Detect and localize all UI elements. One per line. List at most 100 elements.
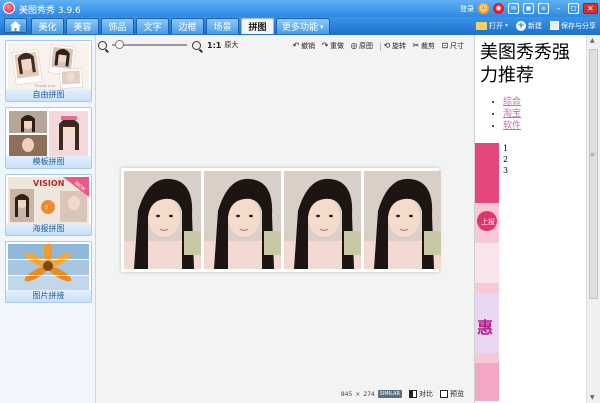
undo-button[interactable]: ↶ 撤销: [292, 41, 315, 51]
rotate-button[interactable]: ⟲ 旋转: [379, 41, 406, 51]
list-item: 1: [503, 144, 509, 153]
ad-banner[interactable]: 上报 惠: [475, 143, 499, 401]
tab-text[interactable]: 文字: [136, 18, 169, 34]
recommend-heading: 美图秀秀强力推荐: [480, 42, 570, 86]
canvas-area: 1:1 原大 ↶ 撤销 ↷ 重做 ◎ 原图 ⟲ 旋转 ✂ 裁剪 ⊡ 尺寸 845…: [96, 35, 474, 403]
maximize-icon[interactable]: □: [568, 3, 579, 14]
original-image-button[interactable]: ◎ 原图: [350, 41, 374, 51]
tab-beauty[interactable]: 美容: [66, 18, 99, 34]
weibo-icon[interactable]: ◉: [493, 3, 504, 14]
template-collage-label: 模板拼图: [6, 156, 91, 168]
new-button[interactable]: + 新建: [516, 19, 542, 32]
main-tabs: 美化 美容 饰品 文字 边框 场景 拼图 更多功能 ▾: [31, 18, 330, 34]
zoom-slider[interactable]: [112, 40, 187, 49]
message-icon[interactable]: ✉: [508, 3, 519, 14]
save-share-button[interactable]: 保存与分享: [550, 19, 596, 32]
tab-collage[interactable]: 拼图: [241, 18, 274, 34]
tab-more-features[interactable]: 更多功能 ▾: [276, 18, 330, 34]
title-bar: 美图秀秀 3.9.6 登录 ☺ ◉ ✉ ▣ ≡ – □ ✕: [0, 0, 600, 17]
image-stitch-thumbnail: [8, 244, 89, 291]
app-logo-icon: [3, 2, 15, 14]
collage-photo[interactable]: [124, 171, 201, 269]
menu-icon[interactable]: ≡: [538, 3, 549, 14]
user-avatar-icon[interactable]: ☺: [478, 3, 489, 14]
poster-thumb-text: VISION: [33, 179, 64, 188]
tab-beautify[interactable]: 美化: [31, 18, 64, 34]
crop-icon: ✂: [412, 41, 420, 50]
zoom-out-icon[interactable]: [98, 40, 107, 50]
preview-icon: [440, 390, 448, 398]
tab-border[interactable]: 边框: [171, 18, 204, 34]
redo-button[interactable]: ↷ 重做: [321, 41, 344, 51]
rotate-label: 旋转: [392, 42, 406, 50]
preview-button[interactable]: 预览: [440, 389, 464, 399]
app-title: 美图秀秀 3.9.6: [19, 6, 81, 16]
recommend-panel: 美图秀秀强力推荐 综合 淘宝 软件 上报 惠 1 2 3 ▲ ≡ ▼: [474, 35, 600, 403]
format-badge: SIMILAR: [377, 390, 402, 398]
free-collage-card[interactable]: Thank you 自由拼图: [5, 40, 92, 102]
close-icon[interactable]: ✕: [583, 3, 598, 14]
list-item: 2: [503, 155, 509, 164]
scroll-up-icon[interactable]: ▲: [590, 37, 595, 44]
scroll-down-icon[interactable]: ▼: [590, 394, 595, 401]
collage-photo[interactable]: [204, 171, 281, 269]
free-collage-thumbnail: Thank you: [8, 43, 89, 90]
redo-icon: ↷: [321, 41, 329, 50]
save-share-label: 保存与分享: [561, 21, 596, 30]
actual-size-button[interactable]: 1:1: [207, 41, 221, 50]
svg-text:9: 9: [45, 205, 48, 211]
vertical-scrollbar[interactable]: ▲ ≡ ▼: [586, 35, 600, 403]
crop-label: 裁剪: [421, 42, 435, 50]
file-actions: 打开 ▾ + 新建 保存与分享: [475, 19, 596, 32]
poster-collage-label: 海报拼图: [6, 223, 91, 235]
numbered-list: 1 2 3: [503, 143, 508, 176]
list-item: 3: [503, 166, 509, 175]
compare-button[interactable]: 对比: [409, 389, 433, 399]
svg-text:Thank you: Thank you: [34, 83, 56, 88]
zoom-slider-knob[interactable]: [114, 40, 124, 49]
collage-photo[interactable]: [364, 171, 441, 269]
save-icon: [550, 21, 559, 30]
poster-collage-card[interactable]: VISION 9 NEW 海报拼图: [5, 174, 92, 236]
login-link[interactable]: 登录: [460, 4, 474, 14]
rotate-icon: ⟲: [383, 41, 391, 50]
toolbar-divider: [380, 41, 381, 51]
template-collage-card[interactable]: 模板拼图: [5, 107, 92, 169]
minimize-icon[interactable]: –: [553, 3, 564, 14]
scroll-grip-icon: ≡: [590, 151, 596, 158]
collage-mode-panel: Thank you 自由拼图 模板拼图 VISION 9 NEW 海报拼图 图片…: [0, 35, 96, 403]
resize-icon: ⊡: [441, 41, 449, 50]
original-image-label: 原图: [359, 42, 373, 50]
folder-icon: [475, 21, 487, 30]
image-stitch-label: 图片拼接: [6, 290, 91, 302]
link-software[interactable]: 软件: [503, 121, 521, 131]
title-bar-controls: 登录 ☺ ◉ ✉ ▣ ≡ – □ ✕: [460, 2, 598, 15]
link-general[interactable]: 综合: [503, 97, 521, 107]
preview-label: 预览: [450, 390, 464, 398]
tab-accessories[interactable]: 饰品: [101, 18, 134, 34]
skin-icon[interactable]: ▣: [523, 3, 534, 14]
home-button[interactable]: [4, 18, 27, 33]
edit-toolbar: ↶ 撤销 ↷ 重做 ◎ 原图 ⟲ 旋转 ✂ 裁剪 ⊡ 尺寸: [292, 41, 464, 51]
crop-button[interactable]: ✂ 裁剪: [412, 41, 435, 51]
resize-label: 尺寸: [450, 42, 464, 50]
resize-button[interactable]: ⊡ 尺寸: [441, 41, 464, 51]
open-dropdown-icon[interactable]: ▾: [505, 22, 508, 29]
link-taobao[interactable]: 淘宝: [503, 109, 521, 119]
compare-label: 对比: [419, 390, 433, 398]
home-icon: [10, 20, 21, 31]
collage-preview[interactable]: [121, 168, 441, 272]
open-button[interactable]: 打开 ▾: [475, 19, 508, 32]
image-height: 274: [363, 390, 375, 398]
original-image-icon: ◎: [350, 41, 358, 50]
tab-scene[interactable]: 场景: [206, 18, 239, 34]
template-collage-thumbnail: [8, 110, 89, 157]
scrollbar-thumb[interactable]: [589, 49, 598, 299]
collage-photo[interactable]: [284, 171, 361, 269]
image-stitch-card[interactable]: 图片拼接: [5, 241, 92, 303]
new-label: 新建: [528, 21, 542, 30]
original-size-label[interactable]: 原大: [224, 40, 238, 50]
image-width: 845: [340, 390, 353, 398]
zoom-in-icon[interactable]: [192, 40, 201, 50]
undo-icon: ↶: [292, 41, 300, 50]
